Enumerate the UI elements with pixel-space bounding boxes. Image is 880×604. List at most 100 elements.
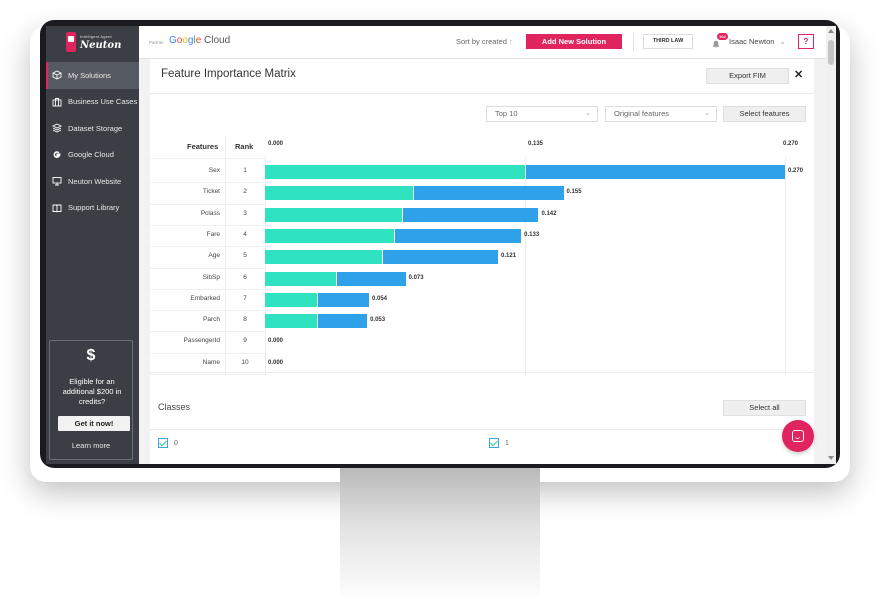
feature-importance-chart: Features Rank 0.000 0.135 0.270 Sex 1 0.270 Ti… xyxy=(150,136,814,376)
rank-label: 5 xyxy=(243,252,247,260)
scroll-up-icon[interactable] xyxy=(828,29,834,33)
help-button[interactable]: ? xyxy=(798,34,814,49)
row-divider xyxy=(150,203,265,205)
x-tick-label: 0.270 xyxy=(783,141,799,147)
row-divider xyxy=(150,182,265,184)
sidebar-item-my-solutions[interactable]: My Solutions xyxy=(46,62,139,89)
chat-icon xyxy=(792,430,804,442)
google-cloud-logo[interactable]: Google Cloud xyxy=(169,35,230,46)
google-icon xyxy=(52,150,62,160)
bar-value-label: 0.155 xyxy=(566,189,582,196)
select-all-button[interactable]: Select all xyxy=(723,400,806,416)
get-it-now-button[interactable]: Get it now! xyxy=(58,416,130,431)
cube-icon xyxy=(52,70,62,80)
scrollbar[interactable] xyxy=(826,26,836,464)
rank-label: 1 xyxy=(243,167,247,174)
bar-segment-b xyxy=(525,165,785,179)
class-label: 0 xyxy=(174,439,178,447)
row-divider xyxy=(150,331,265,333)
bar-value-label: 0.073 xyxy=(408,274,424,281)
row-divider xyxy=(150,224,265,226)
sidebar-item-label: Dataset Storage xyxy=(68,123,123,133)
feature-label: Age xyxy=(208,252,220,260)
bar-value-label: 0.121 xyxy=(501,253,517,260)
gridline xyxy=(785,156,786,375)
features-type-select[interactable]: Original features ⌄ xyxy=(605,106,717,122)
row-divider xyxy=(150,288,265,290)
bar-segment-b xyxy=(317,314,368,329)
google-wordmark: Google xyxy=(169,35,202,46)
row-divider xyxy=(150,352,265,354)
rank-label: 9 xyxy=(243,337,247,345)
sidebar: Intelligent Agent Neuton My Solutions Bu… xyxy=(46,26,139,464)
row-divider xyxy=(150,158,265,159)
classes-title: Classes xyxy=(158,402,191,412)
bar-segment-a xyxy=(265,165,525,179)
select-features-button[interactable]: Select features xyxy=(723,106,806,122)
bar-value-label: 0.133 xyxy=(524,231,540,238)
partner-label: Partner xyxy=(149,40,164,45)
learn-more-link[interactable]: Learn more xyxy=(50,441,132,450)
book-icon xyxy=(52,203,62,213)
bar-segment-a xyxy=(265,292,317,307)
sidebar-item-support-library[interactable]: Support Library xyxy=(46,195,139,222)
chat-launcher-button[interactable] xyxy=(782,420,814,452)
class-checkbox-1[interactable]: 1 xyxy=(489,438,509,448)
scroll-down-icon[interactable] xyxy=(828,456,834,460)
monitor-stand xyxy=(340,468,540,602)
row-divider xyxy=(150,310,265,312)
divider xyxy=(150,372,814,373)
briefcase-icon xyxy=(52,97,62,107)
bar-value-label: 0.000 xyxy=(268,359,284,366)
row-divider xyxy=(150,267,265,269)
logo-mark-icon xyxy=(66,32,76,52)
feature-label: Pclass xyxy=(200,209,220,217)
third-law-logo[interactable]: THIRD LAW xyxy=(643,34,693,49)
row-divider xyxy=(150,246,265,248)
bar-segment-a xyxy=(265,271,337,286)
checkbox-checked-icon xyxy=(489,438,499,448)
neuton-logo[interactable]: Intelligent Agent Neuton xyxy=(62,30,121,56)
bar-value-label: 0.142 xyxy=(541,210,557,217)
sidebar-item-dataset-storage[interactable]: Dataset Storage xyxy=(46,115,139,142)
sidebar-item-label: Support Library xyxy=(68,203,120,213)
feature-label: Ticket xyxy=(202,188,220,196)
rank-header: Rank xyxy=(235,142,254,151)
sidebar-item-label: Business Use Cases xyxy=(68,97,138,107)
top-n-value: Top 10 xyxy=(495,109,518,118)
user-menu[interactable]: Isaac Newton ⌄ xyxy=(729,37,786,46)
user-name: Isaac Newton xyxy=(729,37,775,46)
sidebar-item-business-use-cases[interactable]: Business Use Cases xyxy=(46,89,139,116)
feature-label: Name xyxy=(202,358,220,366)
bar-value-label: 0.054 xyxy=(372,295,388,302)
sidebar-item-label: Neuton Website xyxy=(68,176,122,186)
add-new-solution-button[interactable]: Add New Solution xyxy=(526,34,622,49)
features-type-value: Original features xyxy=(614,109,670,118)
rank-label: 4 xyxy=(243,230,247,238)
scroll-thumb[interactable] xyxy=(828,40,834,65)
bar-segment-a xyxy=(265,207,402,222)
top-n-select[interactable]: Top 10 ⌄ xyxy=(486,106,598,122)
row-divider xyxy=(150,374,265,375)
class-label: 1 xyxy=(505,439,509,447)
monitor-icon xyxy=(52,176,62,186)
promo-text: Eligible for an additional $200 in credi… xyxy=(62,377,122,406)
class-checkbox-0[interactable]: 0 xyxy=(158,438,178,448)
feature-importance-panel: Feature Importance Matrix Export FIM ✕ T… xyxy=(150,59,814,464)
feature-label: Embarked xyxy=(190,294,220,302)
layers-icon xyxy=(52,123,62,133)
bar-segment-b xyxy=(317,292,369,307)
bar-segment-b xyxy=(382,250,499,265)
bar-segment-a xyxy=(265,228,395,243)
export-fim-button[interactable]: Export FIM xyxy=(706,68,789,84)
bar-segment-a xyxy=(265,186,414,201)
chevron-down-icon: ⌄ xyxy=(779,37,786,46)
sort-dropdown[interactable]: Sort by created ↑ xyxy=(456,37,513,46)
sidebar-item-neuton-website[interactable]: Neuton Website xyxy=(46,168,139,195)
bar-segment-b xyxy=(336,271,406,286)
sidebar-item-google-cloud[interactable]: Google Cloud xyxy=(46,142,139,169)
bar-segment-a xyxy=(265,250,383,265)
close-icon[interactable]: ✕ xyxy=(794,68,803,81)
sort-label: Sort by created xyxy=(456,37,507,46)
bar-value-label: 0.270 xyxy=(788,168,804,174)
